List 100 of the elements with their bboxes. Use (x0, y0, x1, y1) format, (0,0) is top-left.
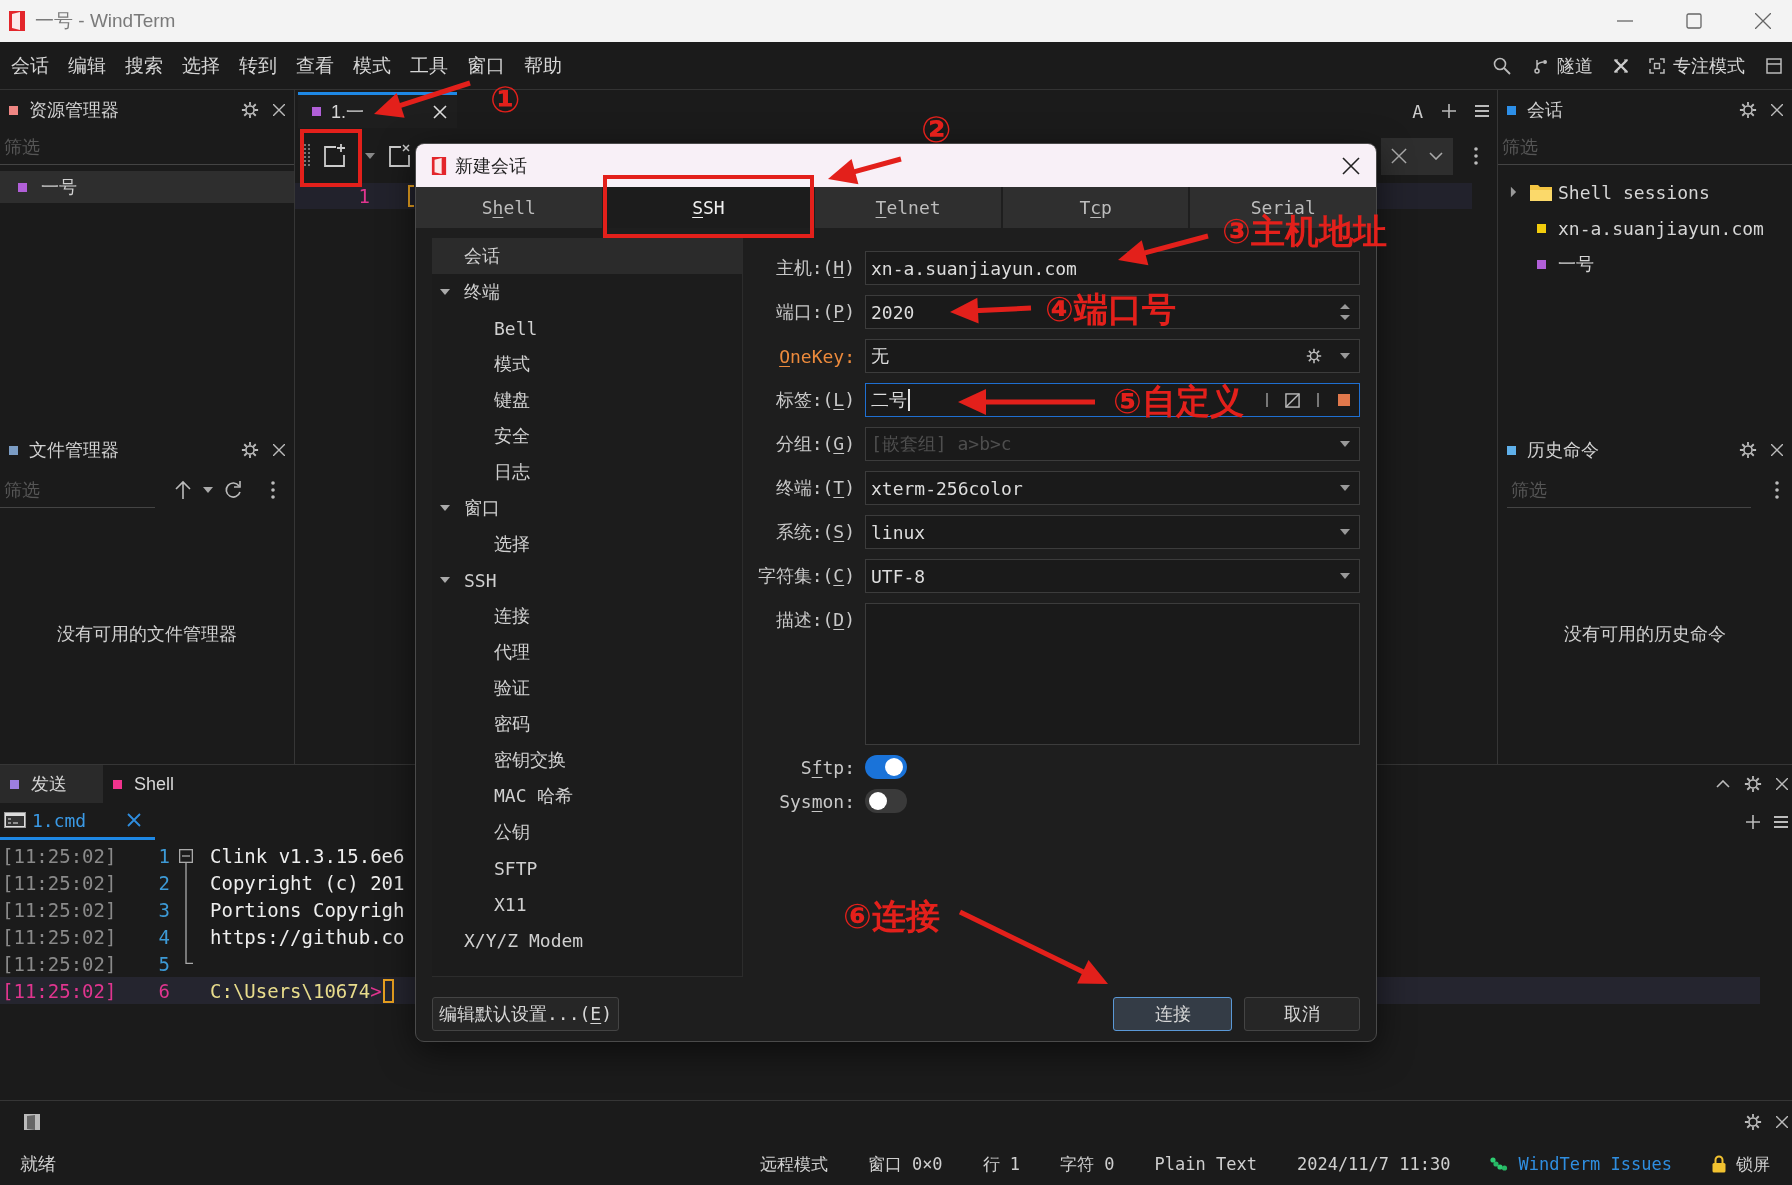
cancel-button[interactable]: 取消 (1244, 997, 1360, 1031)
nav-item[interactable]: SFTP (432, 850, 742, 886)
menu-item[interactable]: 窗口 (457, 47, 514, 84)
nav-item[interactable]: X/Y/Z Modem (432, 922, 742, 958)
lock-screen-button[interactable]: 锁屏 (1736, 1152, 1770, 1176)
caret-down-icon[interactable] (1340, 529, 1350, 535)
session-tree-item[interactable]: xn-a.suanjiayun.com (1498, 210, 1792, 246)
expander-icon[interactable] (440, 505, 450, 511)
nav-item[interactable]: SSH (432, 562, 742, 598)
plus-icon[interactable] (1746, 814, 1760, 829)
new-session-icon[interactable] (322, 144, 346, 168)
nav-item[interactable]: 密钥交换 (432, 742, 742, 778)
dropdown-field[interactable]: linux (865, 515, 1360, 549)
fold-toggle-icon[interactable] (179, 849, 193, 869)
nav-item[interactable]: 密码 (432, 706, 742, 742)
close-session-icon[interactable] (387, 144, 411, 168)
panel-tab[interactable]: Shell (103, 765, 195, 803)
filter-field[interactable]: 筛选 (1498, 131, 1792, 165)
layout-icon[interactable] (1766, 57, 1782, 74)
settings-icon[interactable] (1744, 1113, 1762, 1131)
issues-link[interactable]: WindTerm Issues (1518, 1154, 1672, 1174)
nav-item[interactable]: 键盘 (432, 382, 742, 418)
font-button[interactable]: A (1412, 100, 1423, 122)
settings-icon[interactable] (1739, 101, 1757, 119)
tunnel-button[interactable]: 隧道 (1533, 49, 1593, 82)
settings-icon[interactable] (1739, 441, 1757, 459)
more-icon[interactable] (1775, 481, 1779, 499)
session-item[interactable]: 一号 (0, 171, 294, 203)
nav-item[interactable]: 窗口 (432, 490, 742, 526)
dropdown-field[interactable]: UTF-8 (865, 559, 1360, 593)
nav-item[interactable]: 安全 (432, 418, 742, 454)
close-icon[interactable] (1771, 104, 1783, 116)
edit-defaults-button[interactable]: 编辑默认设置...(E) (432, 997, 620, 1031)
expander-icon[interactable] (1510, 186, 1517, 198)
nav-item[interactable]: MAC 哈希 (432, 778, 742, 814)
panel-icon[interactable] (22, 1112, 42, 1132)
color-swatch-icon[interactable] (1338, 394, 1350, 406)
more-icon[interactable] (1474, 147, 1478, 165)
terminal-tab[interactable]: 1.cmd (0, 803, 155, 840)
close-icon[interactable] (1776, 778, 1788, 790)
nav-item[interactable]: 连接 (432, 598, 742, 634)
close-icon[interactable] (273, 444, 285, 456)
nav-item[interactable]: 会话 (432, 238, 742, 274)
caret-down-icon[interactable] (365, 153, 375, 159)
protocol-tab[interactable]: Telnet (815, 187, 1001, 228)
search-icon[interactable] (1492, 55, 1512, 76)
input-field[interactable]: xn-a.suanjiayun.com (865, 251, 1360, 285)
menu-item[interactable]: 帮助 (514, 47, 571, 84)
search-field[interactable] (1381, 137, 1453, 175)
menu-icon[interactable] (1774, 814, 1788, 829)
expander-icon[interactable] (440, 577, 450, 583)
connect-button[interactable]: 连接 (1113, 997, 1232, 1031)
menu-icon[interactable] (1475, 104, 1489, 118)
nav-item[interactable]: 选择 (432, 526, 742, 562)
clear-icon[interactable] (1285, 392, 1300, 408)
nav-item[interactable]: 验证 (432, 670, 742, 706)
nav-item[interactable]: 模式 (432, 346, 742, 382)
menu-item[interactable]: 工具 (400, 47, 457, 84)
settings-icon[interactable] (241, 441, 259, 459)
refresh-icon[interactable] (223, 480, 243, 500)
panel-tab[interactable]: 发送 (0, 765, 103, 803)
nav-item[interactable]: 公钥 (432, 814, 742, 850)
protocol-tab[interactable]: Tcp (1002, 187, 1189, 228)
caret-down-icon[interactable] (203, 487, 213, 493)
grip-icon[interactable] (304, 144, 310, 168)
expander-icon[interactable] (440, 289, 450, 295)
caret-down-icon[interactable] (1340, 441, 1350, 447)
more-icon[interactable] (271, 481, 275, 499)
close-icon[interactable] (1776, 1116, 1788, 1128)
nav-item[interactable]: 代理 (432, 634, 742, 670)
up-arrow-icon[interactable] (173, 480, 193, 500)
description-field[interactable] (865, 603, 1360, 745)
dropdown-field[interactable]: xterm-256color (865, 471, 1360, 505)
menu-item[interactable]: 模式 (343, 47, 400, 84)
nav-item[interactable]: Bell (432, 310, 742, 346)
settings-icon[interactable] (1306, 348, 1322, 364)
close-icon[interactable] (273, 104, 285, 116)
session-tree-item[interactable]: Shell sessions (1498, 174, 1792, 210)
menu-item[interactable]: 转到 (229, 47, 286, 84)
chevron-down-icon[interactable] (1429, 152, 1443, 160)
menu-item[interactable]: 查看 (286, 47, 343, 84)
caret-down-icon[interactable] (1340, 573, 1350, 579)
toggle-switch[interactable] (865, 789, 907, 813)
chevron-up-icon[interactable] (1716, 780, 1730, 788)
nav-item[interactable]: 终端 (432, 274, 742, 310)
filter-field[interactable]: 筛选 (0, 473, 155, 508)
close-icon[interactable] (1342, 156, 1360, 175)
maximize-icon[interactable] (1686, 13, 1702, 29)
focus-mode-button[interactable]: 专注模式 (1649, 49, 1745, 82)
settings-icon[interactable] (1744, 775, 1762, 793)
caret-down-icon[interactable] (1340, 485, 1350, 491)
filter-field[interactable]: 筛选 (0, 131, 294, 165)
close-icon[interactable] (1771, 444, 1783, 456)
protocol-tab[interactable]: Shell (416, 187, 602, 228)
menu-item[interactable]: 会话 (1, 47, 58, 84)
filter-field[interactable]: 筛选 (1507, 473, 1751, 508)
session-tree-item[interactable]: 一号 (1498, 246, 1792, 282)
nav-item[interactable]: 日志 (432, 454, 742, 490)
caret-down-icon[interactable] (1340, 353, 1350, 359)
menu-item[interactable]: 选择 (172, 47, 229, 84)
